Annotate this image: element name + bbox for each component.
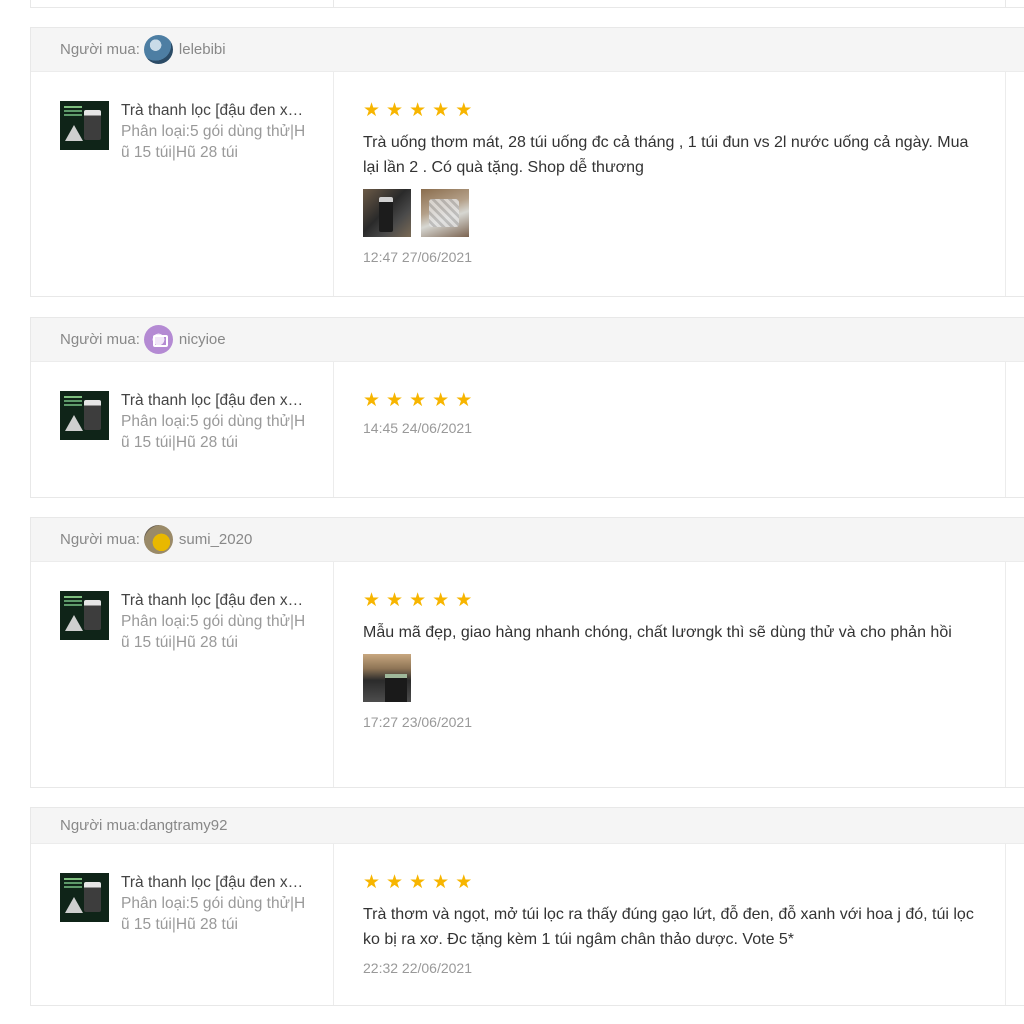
star-icon: ★: [432, 99, 450, 121]
review-timestamp: 12:47 27/06/2021: [363, 249, 472, 265]
review-timestamp: 17:27 23/06/2021: [363, 714, 472, 730]
star-icon: ★: [432, 871, 450, 893]
rating-stars: ★ ★ ★ ★ ★: [363, 590, 1005, 610]
buyer-label: Người mua:: [60, 41, 140, 58]
product-variant: Phân loại:5 gói dùng thử|Hũ 15 túi|Hũ 28…: [121, 895, 306, 933]
review-card: Người mua: dangtramy92 Trà thanh lọc [đậu…: [30, 807, 1024, 1006]
star-icon: ★: [455, 99, 473, 121]
review-photo-bag[interactable]: [421, 189, 469, 237]
product-variant: Phân loại:5 gói dùng thử|Hũ 15 túi|Hũ 28…: [121, 613, 306, 651]
buyer-avatar[interactable]: [143, 325, 173, 354]
rating-stars: ★ ★ ★ ★ ★: [363, 100, 1005, 120]
star-icon: ★: [432, 589, 450, 611]
product-variant: Phân loại:5 gói dùng thử|Hũ 15 túi|Hũ 28…: [121, 413, 306, 451]
review-timestamp: 14:45 24/06/2021: [363, 420, 472, 436]
star-icon: ★: [455, 589, 473, 611]
product-thumbnail[interactable]: [60, 591, 109, 640]
star-icon: ★: [409, 589, 427, 611]
review-comment: Trà thơm và ngọt, mở túi lọc ra thấy đún…: [363, 906, 974, 948]
buyer-label: Người mua:: [60, 331, 140, 348]
buyer-name[interactable]: lelebibi: [179, 41, 226, 58]
review-header: Người mua: lelebibi: [31, 28, 1024, 72]
star-icon: ★: [386, 389, 404, 411]
review-list: Người mua: lelebibi Trà thanh lọc [đậu đ…: [0, 0, 1024, 1024]
review-side-cell: [1006, 844, 1024, 1005]
review-content: ★ ★ ★ ★ ★ Trà thơm và ngọt, mở túi lọc r…: [334, 844, 1006, 1005]
buyer-name[interactable]: nicyioe: [179, 331, 226, 348]
review-images: [363, 189, 1005, 237]
product-cell: Trà thanh lọc [đậu đen xanh gạo lứt] Phâ…: [31, 72, 334, 296]
star-icon: ★: [363, 389, 381, 411]
star-icon: ★: [386, 871, 404, 893]
review-content: ★ ★ ★ ★ ★ Mẫu mã đẹp, giao hàng nhanh ch…: [334, 562, 1006, 787]
previous-review-card-edge: [30, 0, 1024, 8]
review-header: Người mua: dangtramy92: [31, 808, 1024, 844]
rating-stars: ★ ★ ★ ★ ★: [363, 872, 1005, 892]
review-content: ★ ★ ★ ★ ★ 14:45 24/06/2021: [334, 362, 1006, 497]
star-icon: ★: [386, 99, 404, 121]
product-cell: Trà thanh lọc [đậu đen xanh gạo lứt] Phâ…: [31, 362, 334, 497]
review-side-cell: [1006, 362, 1024, 497]
star-icon: ★: [455, 389, 473, 411]
buyer-avatar[interactable]: [143, 35, 173, 64]
review-side-cell: [1006, 72, 1024, 296]
product-name[interactable]: Trà thanh lọc [đậu đen xanh gạo lứt]: [121, 390, 306, 411]
review-photo-box[interactable]: [363, 654, 411, 702]
buyer-name[interactable]: dangtramy92: [140, 817, 228, 834]
product-name[interactable]: Trà thanh lọc [đậu đen xanh gạo lứt]: [121, 590, 306, 611]
product-variant: Phân loại:5 gói dùng thử|Hũ 15 túi|Hũ 28…: [121, 123, 306, 161]
product-thumbnail[interactable]: [60, 873, 109, 922]
buyer-avatar[interactable]: [143, 525, 173, 554]
star-icon: ★: [363, 871, 381, 893]
review-timestamp: 22:32 22/06/2021: [363, 960, 472, 976]
product-name[interactable]: Trà thanh lọc [đậu đen xanh gạo lứt]: [121, 872, 306, 893]
review-images: [363, 654, 1005, 702]
rating-stars: ★ ★ ★ ★ ★: [363, 390, 1005, 410]
review-header: Người mua: sumi_2020: [31, 518, 1024, 562]
product-cell: Trà thanh lọc [đậu đen xanh gạo lứt] Phâ…: [31, 562, 334, 787]
product-cell: Trà thanh lọc [đậu đen xanh gạo lứt] Phâ…: [31, 844, 334, 1005]
review-content: ★ ★ ★ ★ ★ Trà uống thơm mát, 28 túi uống…: [334, 72, 1006, 296]
review-header: Người mua: nicyioe: [31, 318, 1024, 362]
review-comment: Mẫu mã đẹp, giao hàng nhanh chóng, chất …: [363, 624, 952, 641]
star-icon: ★: [409, 99, 427, 121]
review-card: Người mua: nicyioe Trà thanh lọc [đậu đe…: [30, 317, 1024, 498]
star-icon: ★: [455, 871, 473, 893]
star-icon: ★: [432, 389, 450, 411]
product-name[interactable]: Trà thanh lọc [đậu đen xanh gạo lứt]: [121, 100, 306, 121]
star-icon: ★: [409, 389, 427, 411]
review-card: Người mua: lelebibi Trà thanh lọc [đậu đ…: [30, 27, 1024, 297]
buyer-label: Người mua:: [60, 817, 140, 834]
review-card: Người mua: sumi_2020 Trà thanh lọc [đậu …: [30, 517, 1024, 788]
review-photo-jar[interactable]: [363, 189, 411, 237]
star-icon: ★: [386, 589, 404, 611]
star-icon: ★: [363, 589, 381, 611]
buyer-name[interactable]: sumi_2020: [179, 531, 252, 548]
star-icon: ★: [409, 871, 427, 893]
product-thumbnail[interactable]: [60, 391, 109, 440]
star-icon: ★: [363, 99, 381, 121]
review-side-cell: [1006, 562, 1024, 787]
review-comment: Trà uống thơm mát, 28 túi uống đc cả thá…: [363, 134, 969, 176]
product-thumbnail[interactable]: [60, 101, 109, 150]
buyer-label: Người mua:: [60, 531, 140, 548]
